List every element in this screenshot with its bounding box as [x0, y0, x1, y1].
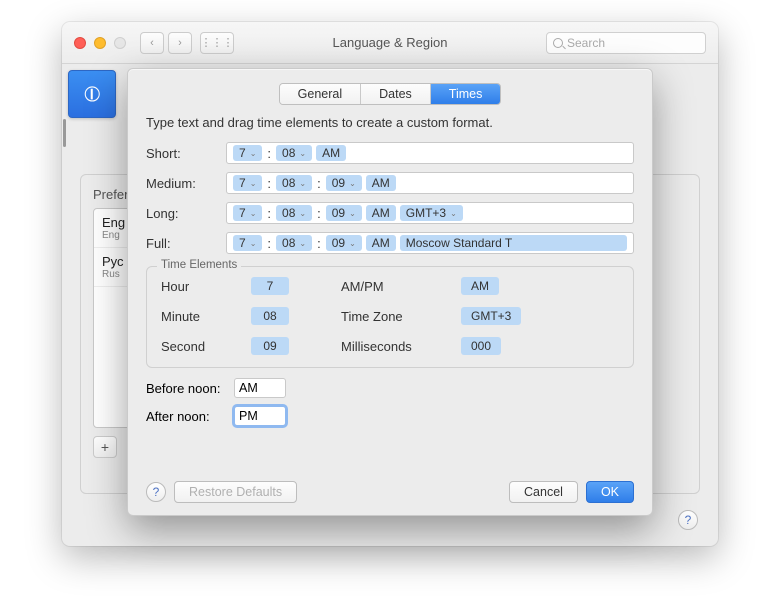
long-format-field[interactable]: 7⌄ : 08⌄ : 09⌄ AM GMT+3⌄	[226, 202, 634, 224]
te-label-second: Second	[161, 339, 231, 354]
sheet-help-button[interactable]: ?	[146, 482, 166, 502]
te-chip-tz[interactable]: GMT+3	[461, 307, 521, 325]
hour-chip[interactable]: 7⌄	[233, 175, 262, 191]
te-chip-hour[interactable]: 7	[251, 277, 289, 295]
traffic-lights	[74, 37, 126, 49]
te-chip-minute[interactable]: 08	[251, 307, 289, 325]
second-chip[interactable]: 09⌄	[326, 235, 362, 251]
te-label-minute: Minute	[161, 309, 231, 324]
after-noon-input[interactable]	[234, 406, 286, 426]
tab-general[interactable]: General	[280, 84, 361, 104]
second-chip[interactable]: 09⌄	[326, 175, 362, 191]
chevron-down-icon: ⌄	[349, 179, 356, 188]
time-elements-grid: Hour 7 AM/PM AM Minute 08 Time Zone GMT+…	[161, 277, 619, 355]
time-elements-fieldset: Time Elements Hour 7 AM/PM AM Minute 08 …	[146, 266, 634, 368]
minute-chip[interactable]: 08⌄	[276, 175, 312, 191]
show-all-button[interactable]: ⋮⋮⋮	[200, 32, 234, 54]
tab-times[interactable]: Times	[431, 84, 501, 104]
instruction-text: Type text and drag time elements to crea…	[146, 115, 634, 130]
toolbar-grid: ⋮⋮⋮	[200, 32, 234, 54]
window-title: Language & Region	[333, 35, 448, 50]
chevron-down-icon: ⌄	[250, 209, 257, 218]
label-long: Long:	[146, 206, 226, 221]
after-noon-label: After noon:	[146, 409, 234, 424]
before-noon-label: Before noon:	[146, 381, 234, 396]
search-placeholder: Search	[567, 36, 605, 50]
label-medium: Medium:	[146, 176, 226, 191]
search-field[interactable]: Search	[546, 32, 706, 54]
chevron-down-icon: ⌄	[250, 149, 257, 158]
chevron-down-icon: ⌄	[450, 209, 457, 218]
hour-chip[interactable]: 7⌄	[233, 145, 262, 161]
short-format-field[interactable]: 7⌄ : 08⌄ AM	[226, 142, 634, 164]
ampm-chip[interactable]: AM	[316, 145, 346, 161]
ampm-chip[interactable]: AM	[366, 235, 396, 251]
help-button[interactable]: ?	[678, 510, 698, 530]
cancel-button[interactable]: Cancel	[509, 481, 578, 503]
minimize-window-button[interactable]	[94, 37, 106, 49]
hour-chip[interactable]: 7⌄	[233, 205, 262, 221]
minute-chip[interactable]: 08⌄	[276, 205, 312, 221]
tz-chip[interactable]: Moscow Standard T	[400, 235, 627, 251]
minute-chip[interactable]: 08⌄	[276, 235, 312, 251]
te-label-tz: Time Zone	[341, 309, 441, 324]
format-grid: Short: 7⌄ : 08⌄ AM Medium: 7⌄ : 08⌄ : 09…	[146, 142, 634, 254]
toolbar-nav: ‹ ›	[140, 32, 192, 54]
te-label-hour: Hour	[161, 279, 231, 294]
chevron-down-icon: ⌄	[349, 209, 356, 218]
te-label-ms: Milliseconds	[341, 339, 441, 354]
chevron-down-icon: ⌄	[250, 239, 257, 248]
ampm-chip[interactable]: AM	[366, 175, 396, 191]
before-noon-input[interactable]	[234, 378, 286, 398]
minute-chip[interactable]: 08⌄	[276, 145, 312, 161]
tz-chip[interactable]: GMT+3⌄	[400, 205, 463, 221]
times-sheet: General Dates Times Type text and drag t…	[127, 68, 653, 516]
second-chip[interactable]: 09⌄	[326, 205, 362, 221]
tab-dates[interactable]: Dates	[361, 84, 431, 104]
fieldset-legend: Time Elements	[157, 259, 241, 271]
chevron-down-icon: ⌄	[349, 239, 356, 248]
te-chip-ms[interactable]: 000	[461, 337, 501, 355]
ok-button[interactable]: OK	[586, 481, 634, 503]
close-window-button[interactable]	[74, 37, 86, 49]
chevron-down-icon: ⌄	[299, 209, 306, 218]
label-full: Full:	[146, 236, 226, 251]
te-chip-second[interactable]: 09	[251, 337, 289, 355]
restore-defaults-button[interactable]: Restore Defaults	[174, 481, 297, 503]
search-icon	[553, 38, 563, 48]
titlebar: ‹ › ⋮⋮⋮ Language & Region Search	[62, 22, 718, 64]
medium-format-field[interactable]: 7⌄ : 08⌄ : 09⌄ AM	[226, 172, 634, 194]
ampm-chip[interactable]: AM	[366, 205, 396, 221]
noon-grid: Before noon: After noon:	[146, 378, 634, 426]
hour-chip[interactable]: 7⌄	[233, 235, 262, 251]
fullscreen-window-button	[114, 37, 126, 49]
chevron-down-icon: ⌄	[299, 179, 306, 188]
full-format-field[interactable]: 7⌄ : 08⌄ : 09⌄ AM Moscow Standard T	[226, 232, 634, 254]
chevron-down-icon: ⌄	[250, 179, 257, 188]
chevron-down-icon: ⌄	[299, 239, 306, 248]
chevron-down-icon: ⌄	[299, 149, 306, 158]
label-short: Short:	[146, 146, 226, 161]
add-language-button[interactable]: +	[93, 436, 117, 458]
te-chip-ampm[interactable]: AM	[461, 277, 499, 295]
te-label-ampm: AM/PM	[341, 279, 441, 294]
forward-button[interactable]: ›	[168, 32, 192, 54]
language-region-icon: ⦶	[68, 70, 116, 118]
sheet-footer: ? Restore Defaults Cancel OK	[146, 471, 634, 503]
back-button[interactable]: ‹	[140, 32, 164, 54]
format-tabs: General Dates Times	[279, 83, 502, 105]
